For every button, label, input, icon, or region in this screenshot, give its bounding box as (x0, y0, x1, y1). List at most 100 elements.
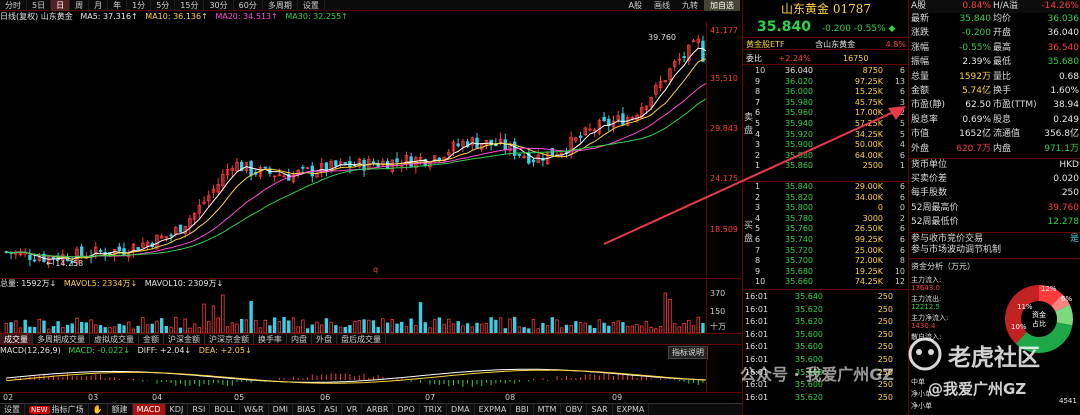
quote-label: 外盘 (911, 143, 930, 154)
indicator-button[interactable]: VR (342, 403, 363, 415)
bid-volume: 26.50K (854, 224, 883, 234)
toolbar-item[interactable]: A股 (623, 0, 648, 11)
indicator-button[interactable]: ✋ (89, 403, 108, 415)
indicator-button[interactable]: BOLL (210, 403, 240, 415)
indicator-button[interactable]: 额建 (108, 403, 133, 415)
ask-row[interactable]: 1 35.860 2500 1 (743, 161, 909, 172)
ask-volume: 34.25K (854, 129, 883, 139)
indicator-button[interactable]: MACD (132, 403, 166, 415)
indicator-button[interactable]: EXPMA (613, 403, 650, 415)
period-tab[interactable]: 30分 (204, 0, 234, 11)
volume-bar (602, 322, 606, 333)
indicator-tab[interactable]: 成交量 (0, 334, 33, 344)
etf-line[interactable]: 黄金股ETF 含山东黄金 4.8% (743, 37, 909, 50)
candle-body (578, 135, 583, 138)
period-tab[interactable]: 多周期 (263, 0, 298, 11)
volume-bar (555, 319, 559, 333)
candlestick-chart[interactable]: 39.760 ← 14.258 q (0, 22, 706, 277)
volume-bar (687, 319, 691, 333)
indicator-button[interactable]: ASI (320, 403, 343, 415)
indicator-button[interactable]: NEW 指标广场 (25, 403, 89, 415)
indicator-button[interactable]: TRIX (420, 403, 448, 415)
indicator-button[interactable]: 设置 (0, 403, 25, 415)
bid-row[interactable]: 2 35.820 34.00K 6 (743, 193, 909, 204)
period-tab[interactable]: 60分 (234, 0, 263, 11)
indicator-tab[interactable]: 金额 (139, 334, 164, 344)
ask-row[interactable]: 5 35.940 57.25K 5 (743, 119, 909, 130)
period-tab[interactable]: 日 (51, 0, 71, 11)
period-tab[interactable]: 周 (70, 0, 90, 11)
ask-price: 36.020 (785, 76, 813, 86)
volume-bar (418, 302, 423, 333)
indicator-button[interactable]: ARBR (362, 403, 394, 415)
indicator-button[interactable]: EXPMA (475, 403, 512, 415)
ask-row[interactable]: 2 35.880 64.00K 6 (743, 151, 909, 162)
bid-price: 35.840 (785, 182, 813, 191)
indicator-tab[interactable]: 盘后成交量 (337, 334, 386, 344)
indicator-tab[interactable]: 换手率 (254, 334, 287, 344)
ask-row[interactable]: 3 35.900 50.00K 4 (743, 140, 909, 151)
ask-row[interactable]: 8 36.000 15.25K 6 (743, 87, 909, 98)
ask-level: 6 (755, 108, 761, 118)
indicator-tab[interactable]: 内盘 (287, 334, 312, 344)
webi-pct: +2.24% (778, 54, 811, 63)
indicator-button[interactable]: BIAS (293, 403, 321, 415)
indicator-tab[interactable]: 虚拟成交量 (90, 334, 139, 344)
macd-chart[interactable] (0, 356, 706, 392)
indicator-button[interactable]: W&R (240, 403, 269, 415)
toolbar-item[interactable]: 画线 (648, 0, 676, 11)
ask-count: 5 (899, 129, 905, 139)
period-tab[interactable]: 5分 (151, 0, 176, 11)
indicator-button[interactable]: DPO (393, 403, 420, 415)
bid-row[interactable]: 7 35.720 25.00K 6 (743, 246, 909, 257)
volume-bar (673, 323, 677, 333)
quote-value: 356.8亿 (1044, 129, 1079, 140)
indicator-button[interactable]: BBI (511, 403, 534, 415)
period-tab[interactable]: 设置 (298, 0, 325, 11)
indicator-button[interactable]: SAR (587, 403, 613, 415)
bid-row[interactable]: 1 35.840 29.00K 6 (743, 182, 909, 193)
period-tab[interactable]: 年 (108, 0, 128, 11)
indicator-tab[interactable]: 外盘 (312, 334, 337, 344)
bid-row[interactable]: 3 35.800 0 0 (743, 203, 909, 214)
indicator-button-label: BIAS (297, 404, 316, 414)
period-tab[interactable]: 1分 (127, 0, 152, 11)
indicator-tab[interactable]: 多周期成交量 (33, 334, 90, 344)
toolbar-item[interactable]: 九转 (676, 0, 704, 11)
volume-bar (588, 325, 592, 333)
bid-row[interactable]: 4 35.780 3000 2 (743, 214, 909, 225)
stock-title: 山东黄金 01787 (781, 2, 871, 16)
bid-row[interactable]: 8 35.700 72.00K 8 (743, 256, 909, 267)
indicator-tab[interactable]: 沪深金额 (164, 334, 205, 344)
ask-row[interactable]: 4 35.920 34.25K 5 (743, 130, 909, 141)
trade-row: 16:01 35.600 250 (743, 342, 909, 353)
last-price: 35.840 (757, 19, 812, 35)
toolbar-item[interactable]: 加自选 (704, 0, 740, 11)
ask-count: 6 (899, 66, 905, 75)
bid-row[interactable]: 9 35.680 19.25K 10 (743, 267, 909, 278)
indicator-button[interactable]: DMA (447, 403, 475, 415)
info-row: 每手股数 250 (909, 187, 1080, 199)
volume-bar (564, 324, 569, 333)
ask-row[interactable]: 6 35.960 17.00K 2 (743, 108, 909, 119)
side-label-3: 净小单 (911, 402, 932, 410)
period-tab[interactable]: 5日 (27, 0, 52, 11)
bid-row[interactable]: 6 35.740 99.25K 6 (743, 235, 909, 246)
ask-row[interactable]: 9 36.020 97.25K 13 (743, 77, 909, 88)
indicator-button[interactable]: DMI (269, 403, 294, 415)
candle-body (456, 143, 460, 147)
bid-count: 8 (899, 256, 905, 266)
indicator-tab[interactable]: 沪深京金额 (205, 334, 254, 344)
indicator-button[interactable]: OBV (561, 403, 588, 415)
bid-row[interactable]: 5 35.760 26.50K 6 (743, 224, 909, 235)
indicator-button[interactable]: MTM (534, 403, 562, 415)
period-tab[interactable]: 月 (89, 0, 109, 11)
ask-row[interactable]: 10 36.040 8750 6 (743, 66, 909, 77)
ask-row[interactable]: 7 35.980 45.75K 3 (743, 98, 909, 109)
bid-row[interactable]: 10 35.660 74.25K 12 (743, 277, 909, 288)
indicator-button[interactable]: RSI (188, 403, 211, 415)
volume-chart[interactable] (0, 288, 706, 333)
indicator-button[interactable]: KDJ (166, 403, 189, 415)
period-tab[interactable]: 分时 (0, 0, 27, 11)
period-tab[interactable]: 15分 (175, 0, 205, 11)
